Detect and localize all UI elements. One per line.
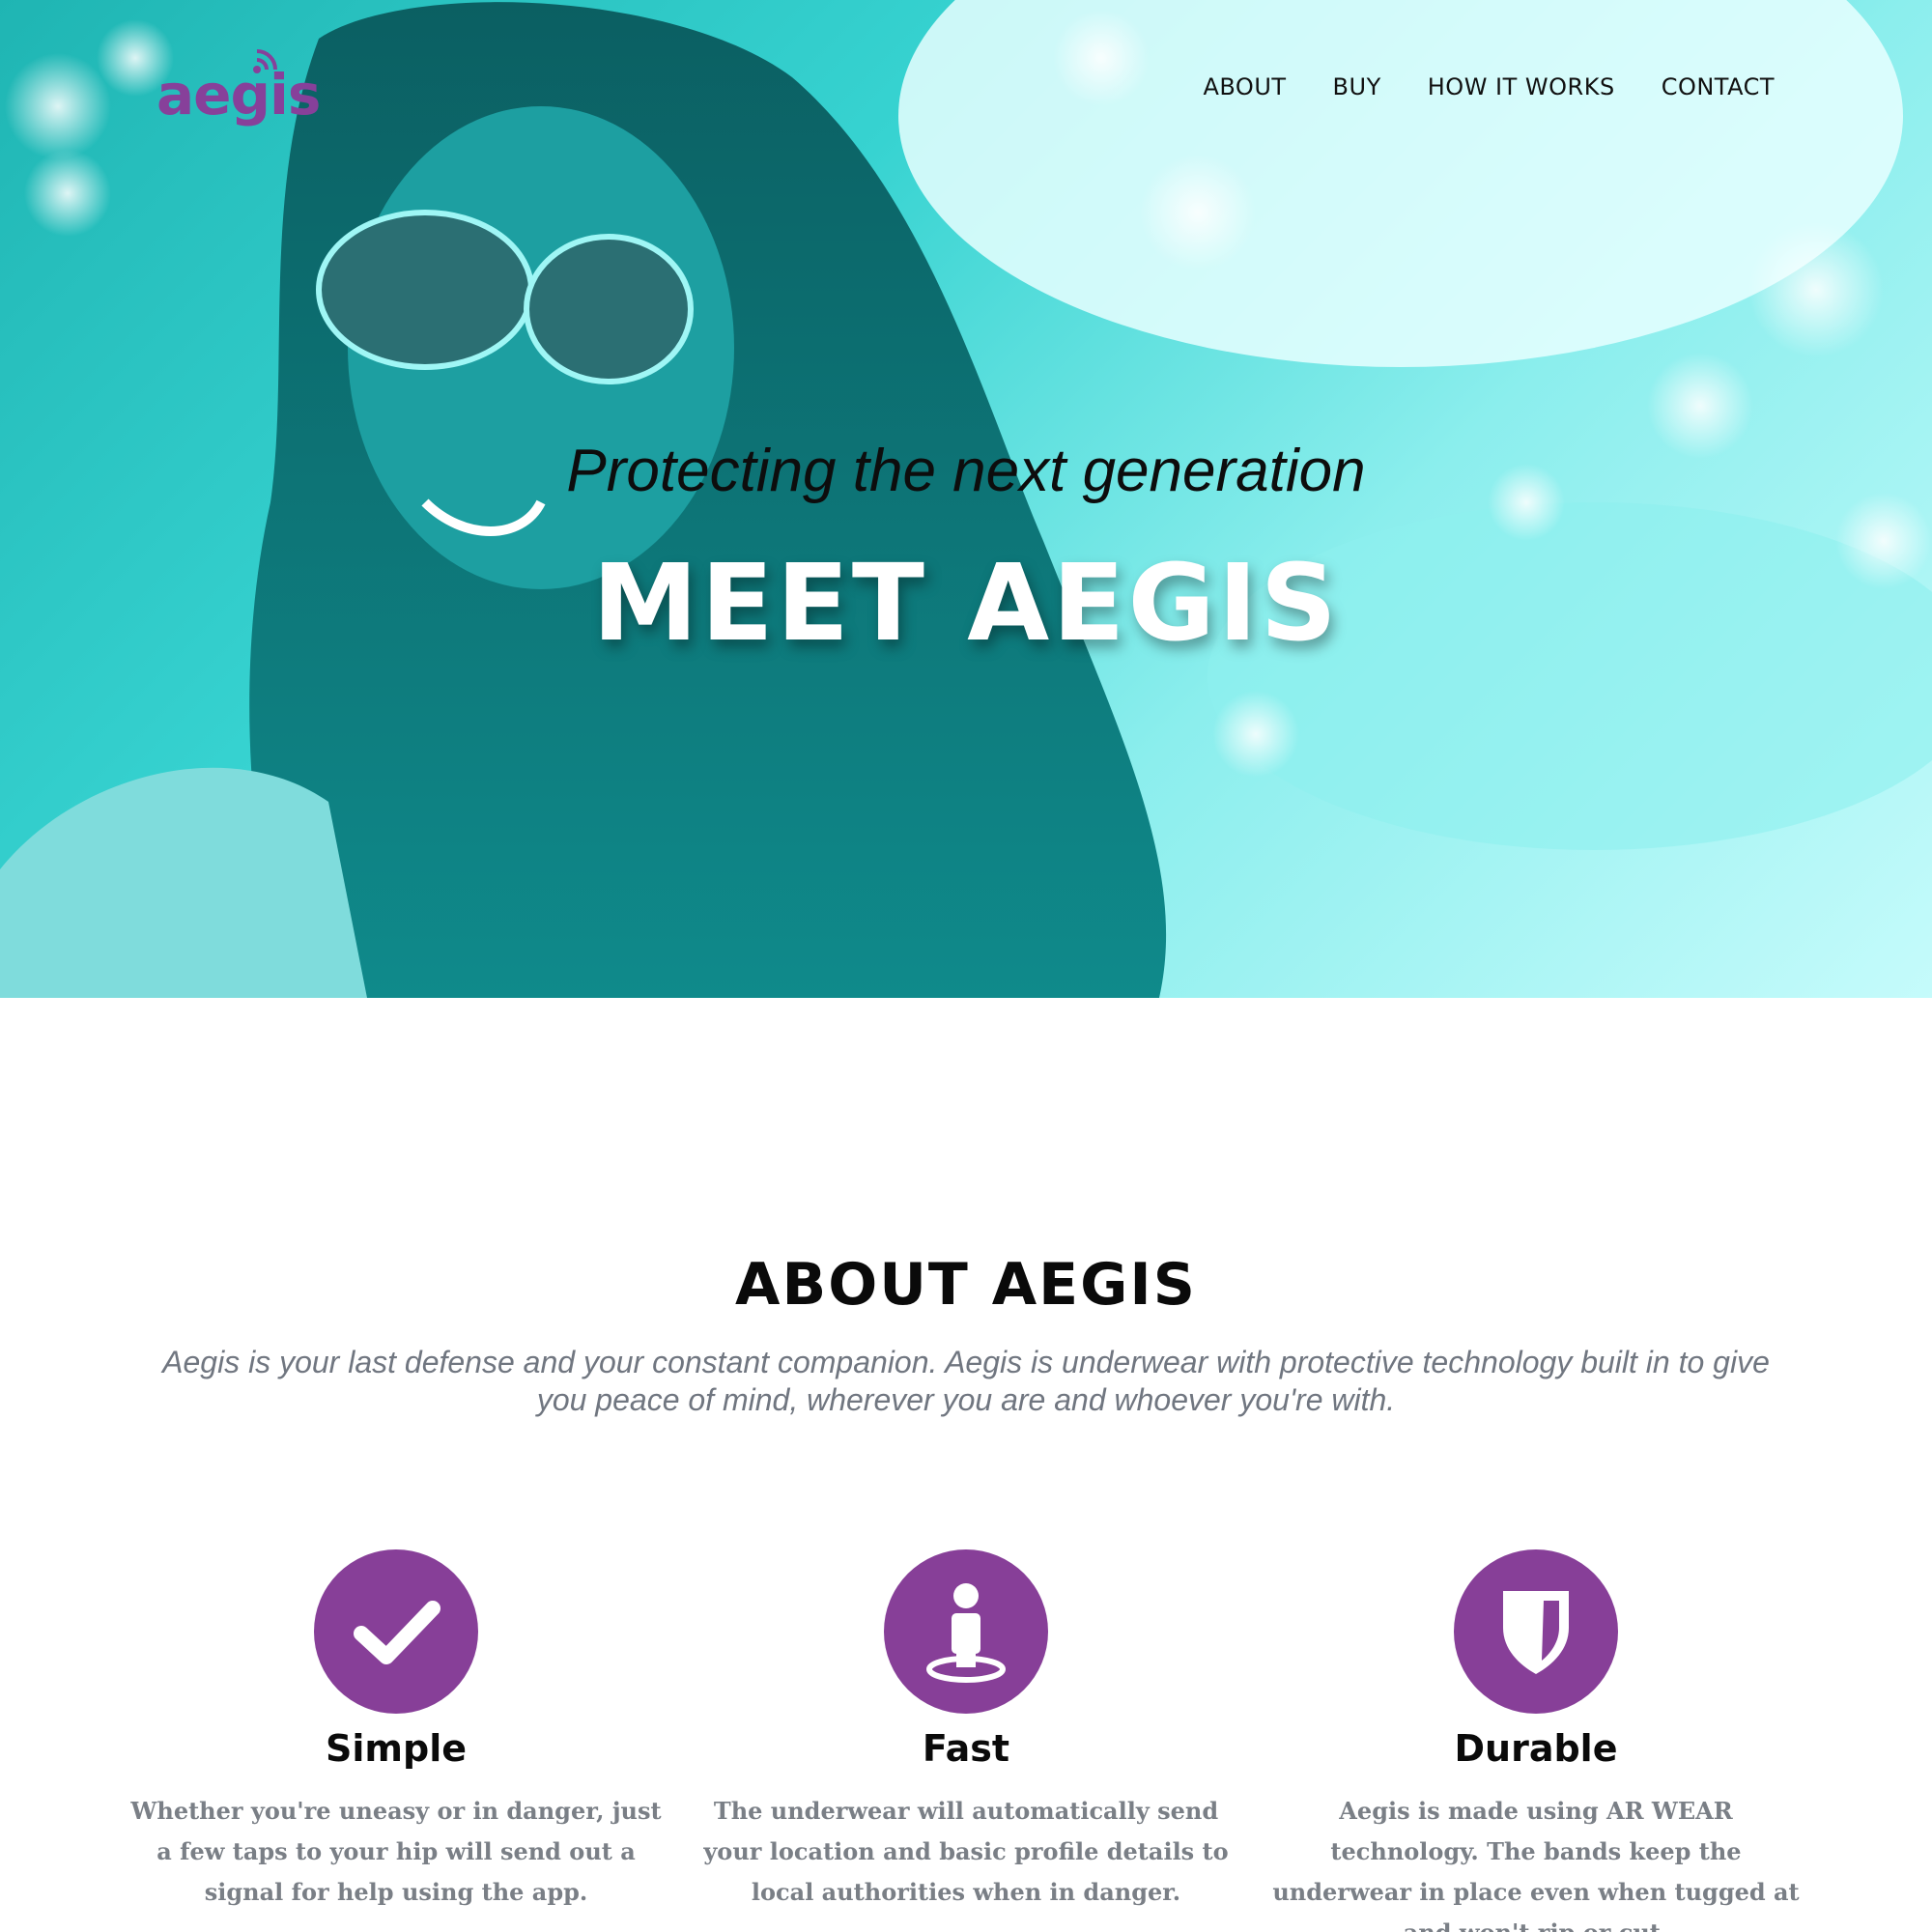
signal-icon xyxy=(253,49,277,73)
nav-about-link[interactable]: ABOUT xyxy=(1203,73,1286,100)
main-nav: ABOUT BUY HOW IT WORKS CONTACT xyxy=(1203,73,1775,100)
feature-title: Simple xyxy=(326,1727,467,1770)
feature-text: The underwear will automatically send yo… xyxy=(703,1797,1229,1906)
nav-buy-link[interactable]: BUY xyxy=(1333,73,1381,100)
feature-title: Fast xyxy=(922,1727,1010,1770)
nav-how-it-works-link[interactable]: HOW IT WORKS xyxy=(1428,73,1615,100)
feature-text: Aegis is made using AR WEAR technology. … xyxy=(1272,1797,1800,1932)
shield-icon xyxy=(1454,1549,1618,1714)
feature-title: Durable xyxy=(1454,1727,1618,1770)
person-location-icon xyxy=(884,1549,1048,1714)
logo-wordmark: aegis xyxy=(156,62,321,128)
about-description: Aegis is your last defense and your cons… xyxy=(162,1345,1770,1417)
hero-tagline: Protecting the next generation xyxy=(566,438,1366,504)
checkmark-icon xyxy=(314,1549,478,1714)
feature-fast: Fast The underwear will automatically se… xyxy=(696,1549,1236,1913)
feature-text: Whether you're uneasy or in danger, just… xyxy=(130,1797,662,1906)
hero-section: aegis ABOUT BUY HOW IT WORKS CONTACT Pro… xyxy=(0,0,1932,998)
hero-title: MEET AEGIS xyxy=(592,541,1340,665)
feature-simple: Simple Whether you're uneasy or in dange… xyxy=(126,1549,667,1913)
feature-durable: Durable Aegis is made using AR WEAR tech… xyxy=(1265,1549,1806,1932)
nav-contact-link[interactable]: CONTACT xyxy=(1662,73,1775,100)
aegis-logo[interactable]: aegis xyxy=(156,43,321,139)
about-heading: ABOUT AEGIS xyxy=(735,1251,1197,1319)
